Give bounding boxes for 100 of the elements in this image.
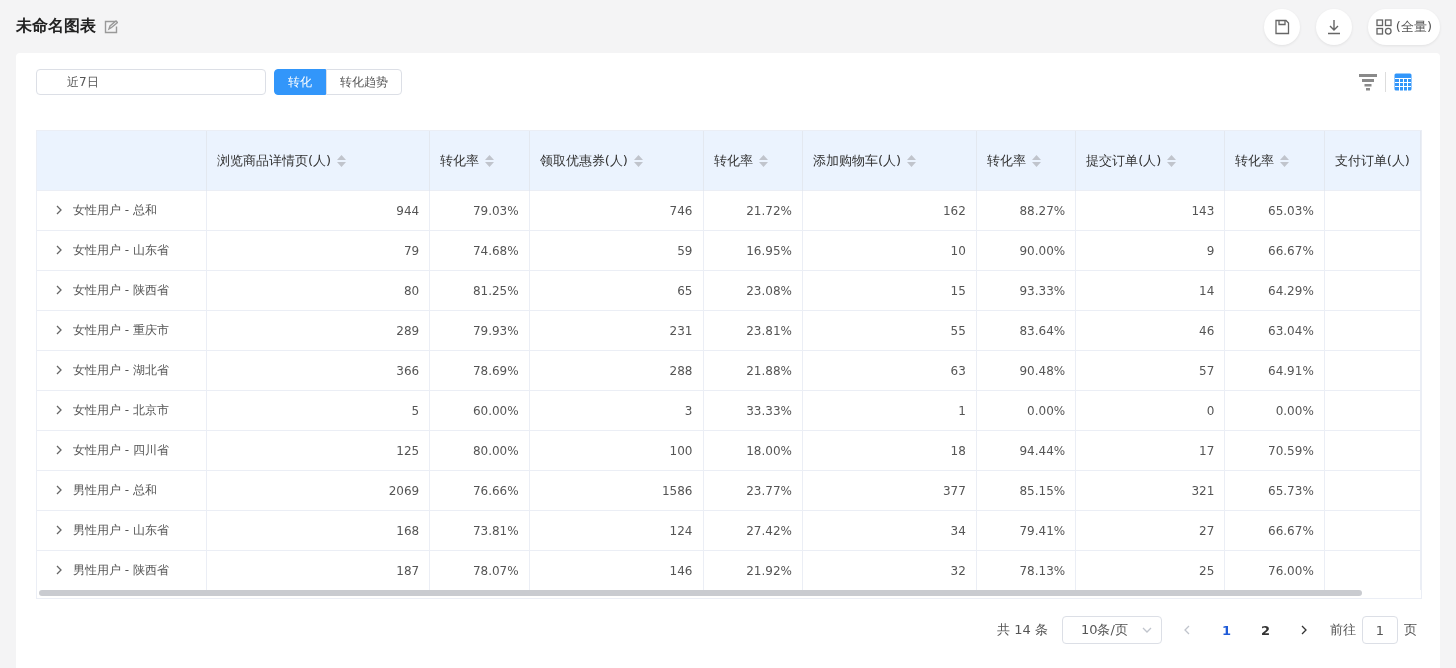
table-cell: 81.25% <box>472 283 519 298</box>
column-header: 转化率 <box>440 151 480 170</box>
table-cell: 94.44% <box>1019 443 1066 458</box>
edit-icon[interactable] <box>104 19 118 34</box>
table-cell: 17 <box>1199 443 1215 458</box>
table-cell: 944 <box>396 203 420 218</box>
table-cell: 63 <box>950 363 966 378</box>
row-label: 男性用户 - 陕西省 <box>73 561 169 579</box>
row-label: 女性用户 - 四川省 <box>73 441 169 459</box>
table-cell: 288 <box>669 363 693 378</box>
table-cell: 78.69% <box>472 363 519 378</box>
page-suffix: 页 <box>1404 621 1417 639</box>
table-cell: 88.27% <box>1019 203 1066 218</box>
goto-label: 前往 <box>1330 621 1356 639</box>
table-cell: 90.00% <box>1019 243 1066 258</box>
layout-button[interactable]: (全量) <box>1367 8 1440 45</box>
table-cell: 23.77% <box>746 483 792 498</box>
table-cell: 27 <box>1199 523 1215 538</box>
table-cell: 85.15% <box>1019 483 1066 498</box>
table-cell: 33.33% <box>746 403 792 418</box>
table-cell: 65.03% <box>1268 203 1314 218</box>
table-cell: 2069 <box>388 483 420 498</box>
row-label: 女性用户 - 北京市 <box>73 401 169 419</box>
table-cell: 146 <box>669 563 693 578</box>
table-cell: 46 <box>1199 323 1215 338</box>
table-cell: 78.07% <box>472 563 519 578</box>
table-cell: 0 <box>1206 403 1215 418</box>
table-cell: 0.00% <box>1275 403 1314 418</box>
table-cell: 366 <box>396 363 420 378</box>
table-cell: 74.68% <box>472 243 519 258</box>
date-range-field[interactable]: 近7日 <box>36 69 266 95</box>
chart-title: 未命名图表 <box>16 16 96 37</box>
column-header: 提交订单(人) <box>1086 151 1162 170</box>
table-cell: 55 <box>950 323 966 338</box>
row-label: 女性用户 - 湖北省 <box>73 361 169 379</box>
row-label: 男性用户 - 总和 <box>73 481 157 499</box>
table-cell: 64.91% <box>1268 363 1314 378</box>
table-cell: 231 <box>669 323 693 338</box>
column-header: 支付订单(人) <box>1334 151 1410 170</box>
table-cell: 3 <box>684 403 693 418</box>
grid-icon <box>1375 18 1392 35</box>
total-count: 共 14 条 <box>997 621 1048 639</box>
column-header: 添加购物车(人) <box>812 151 902 170</box>
row-label: 男性用户 - 山东省 <box>73 521 169 539</box>
download-icon <box>1325 18 1342 35</box>
horizontal-scrollbar[interactable] <box>39 590 1362 596</box>
view-tab[interactable]: 转化趋势 <box>326 69 402 95</box>
table-cell: 25 <box>1199 563 1215 578</box>
table-cell: 93.33% <box>1019 283 1066 298</box>
table-cell: 23.08% <box>746 283 792 298</box>
table-cell: 0.00% <box>1027 403 1066 418</box>
column-header: 领取优惠券(人) <box>539 151 628 170</box>
table-cell: 124 <box>669 523 693 538</box>
download-button[interactable] <box>1315 8 1352 45</box>
column-header: 转化率 <box>986 151 1026 170</box>
row-label: 女性用户 - 总和 <box>73 201 157 219</box>
table-cell: 83.64% <box>1019 323 1066 338</box>
table-cell: 15 <box>950 283 966 298</box>
save-button[interactable] <box>1263 8 1300 45</box>
table-icon <box>1394 73 1412 91</box>
table-cell: 70.59% <box>1268 443 1314 458</box>
table-cell: 5 <box>411 403 420 418</box>
table-cell: 16.95% <box>746 243 792 258</box>
table-cell: 162 <box>942 203 966 218</box>
save-icon <box>1273 18 1290 35</box>
table-cell: 65.73% <box>1268 483 1314 498</box>
page-number[interactable]: 2 <box>1252 622 1278 638</box>
table-cell: 63.04% <box>1268 323 1314 338</box>
table-cell: 79 <box>403 243 420 258</box>
row-label: 女性用户 - 重庆市 <box>73 321 169 339</box>
table-cell: 78.13% <box>1019 563 1066 578</box>
row-label: 女性用户 - 陕西省 <box>73 281 169 299</box>
table-cell: 168 <box>396 523 420 538</box>
table-cell: 76.66% <box>472 483 519 498</box>
table-cell: 321 <box>1191 483 1215 498</box>
table-cell: 21.88% <box>746 363 792 378</box>
table-cell: 57 <box>1199 363 1215 378</box>
table-cell: 27.42% <box>746 523 792 538</box>
table-cell: 65 <box>677 283 693 298</box>
column-header: 转化率 <box>1235 151 1275 170</box>
table-cell: 21.92% <box>746 563 792 578</box>
table-cell: 23.81% <box>746 323 792 338</box>
table-cell: 187 <box>396 563 420 578</box>
table-cell: 1 <box>958 403 966 418</box>
table-cell: 79.41% <box>1019 523 1066 538</box>
row-label: 女性用户 - 山东省 <box>73 241 169 259</box>
table-cell: 377 <box>942 483 966 498</box>
goto-page-field[interactable]: 1 <box>1362 616 1398 644</box>
table-cell: 80.00% <box>472 443 519 458</box>
table-cell: 125 <box>396 443 420 458</box>
table-cell: 14 <box>1199 283 1215 298</box>
table-cell: 21.72% <box>746 203 792 218</box>
table-cell: 76.00% <box>1268 563 1314 578</box>
column-header: 转化率 <box>713 151 753 170</box>
table-cell: 79.03% <box>472 203 519 218</box>
page-number[interactable]: 1 <box>1213 622 1239 638</box>
table-cell: 32 <box>950 563 966 578</box>
table-cell: 64.29% <box>1268 283 1314 298</box>
page-size-select[interactable]: 10条/页 <box>1061 616 1162 644</box>
table-cell: 59 <box>677 243 693 258</box>
